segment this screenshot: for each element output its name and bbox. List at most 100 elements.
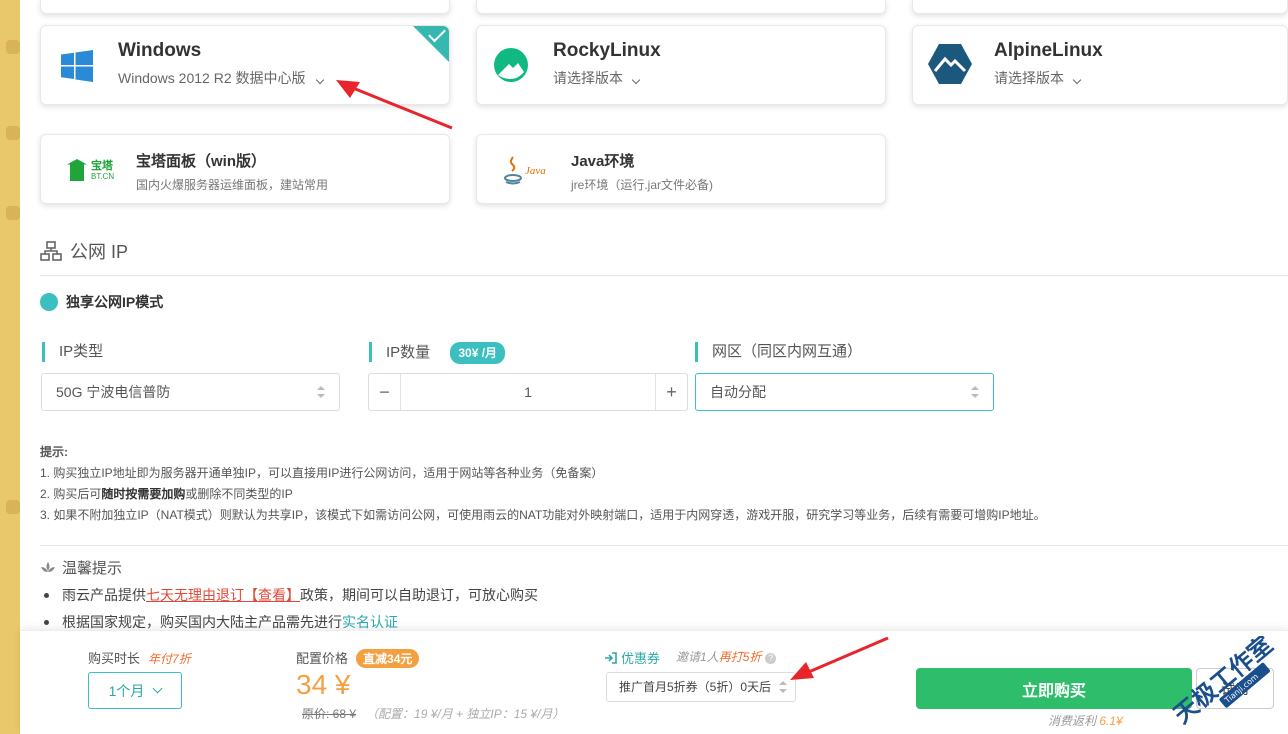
total-price: 34 ¥ xyxy=(296,669,351,700)
config-page: Windows Windows 2012 R2 数据中心版 RockyLinux… xyxy=(20,0,1288,630)
ip-count-label-wrap: IP数量 30¥ /月 xyxy=(369,342,506,364)
invite-hint: 邀请1人再打5折? xyxy=(676,648,777,665)
warm-tips-list: 雨云产品提供七天无理由退订【查看】政策，期间可以自助退订，可放心购买 根据国家规… xyxy=(44,582,538,630)
chevron-down-icon xyxy=(152,683,163,694)
original-price: 原价: 68 ¥ xyxy=(302,707,357,721)
select-arrows-icon xyxy=(971,386,979,398)
duration-label: 购买时长 xyxy=(88,651,141,666)
ip-count-stepper[interactable]: − 1 + xyxy=(368,373,688,411)
radio-selected-icon[interactable] xyxy=(40,293,58,311)
ip-count-input[interactable]: 1 xyxy=(401,384,655,400)
java-logo-icon: Java xyxy=(503,155,553,187)
warm-text: 根据国家规定，购买国内大陆主产品需先进行 xyxy=(62,614,342,630)
rebate-text: 消费返利 xyxy=(1048,714,1097,728)
select-arrows-icon xyxy=(779,681,787,693)
increment-button[interactable]: + xyxy=(655,374,687,410)
zone-label: 网区（同区内网互通） xyxy=(695,342,862,362)
tips-line: 3. 如果不附加独立IP（NAT模式）则默认为共享IP，该模式下如需访问公网，可… xyxy=(40,508,1046,522)
rebate-info: 消费返利 6.1¥ xyxy=(1048,712,1123,729)
warm-title-text: 温馨提示 xyxy=(62,560,123,577)
login-arrow-icon xyxy=(605,651,617,664)
secondary-button[interactable]: 试用 xyxy=(1196,668,1274,709)
ip-type-label: IP类型 xyxy=(42,342,103,362)
app-card-baota[interactable]: 宝塔 BT.CN 宝塔面板（win版） 国内火爆服务器运维面板，建站常用 xyxy=(40,134,450,204)
os-card-stub[interactable] xyxy=(476,0,886,14)
coupon-label: 优惠券 xyxy=(621,651,661,666)
os-version-select[interactable]: Windows 2012 R2 数据中心版 xyxy=(118,68,325,88)
strip-decoration xyxy=(6,126,20,140)
lotus-icon xyxy=(41,561,55,572)
chevron-down-icon xyxy=(1072,75,1082,85)
os-version-select[interactable]: 请选择版本 xyxy=(553,68,641,88)
price-detail: （配置：19 ¥/月 + 独立IP：15 ¥/月） xyxy=(366,707,565,721)
os-version-select[interactable]: 请选择版本 xyxy=(994,68,1082,88)
ip-mode-option[interactable]: 独享公网IP模式 xyxy=(40,292,163,312)
app-desc: 国内火爆服务器运维面板，建站常用 xyxy=(136,178,329,192)
os-card-rockylinux[interactable]: RockyLinux 请选择版本 xyxy=(476,25,886,105)
network-icon xyxy=(40,241,62,261)
help-icon[interactable]: ? xyxy=(765,653,777,664)
price-breakdown: 原价: 68 ¥ （配置：19 ¥/月 + 独立IP：15 ¥/月） xyxy=(302,705,564,722)
list-item: 雨云产品提供七天无理由退订【查看】政策，期间可以自助退订，可放心购买 xyxy=(44,582,538,609)
invite-highlight: 再打5折 xyxy=(718,650,762,664)
chevron-down-icon xyxy=(631,75,641,85)
decrement-button[interactable]: − xyxy=(369,374,401,410)
invite-text: 邀请1人 xyxy=(676,650,719,664)
discount-badge: 直减34元 xyxy=(356,649,420,668)
ip-count-label: IP数量 xyxy=(386,344,431,361)
tips-block: 提示: 1. 购买独立IP地址即为服务器开通单独IP，可以直接用IP进行公网访问… xyxy=(40,442,1046,526)
os-name: AlpineLinux xyxy=(994,40,1103,61)
os-version-label: 请选择版本 xyxy=(553,70,623,86)
tips-text: 或删除不同类型的IP xyxy=(185,487,293,501)
app-card-java[interactable]: Java Java环境 jre环境（运行.jar文件必备) xyxy=(476,134,886,204)
ip-type-value: 50G 宁波电信普防 xyxy=(56,384,171,400)
real-name-link[interactable]: 实名认证 xyxy=(342,614,398,630)
baota-logo-sub: BT.CN xyxy=(91,172,115,181)
rebate-value: 6.1¥ xyxy=(1099,714,1123,728)
coupon-label-wrap: 优惠券 xyxy=(604,648,660,667)
tips-bold: 随时按需要加购 xyxy=(101,487,186,501)
purchase-bar: 购买时长 年付7折 1个月 配置价格 直减34元 34 ¥ 原价: 68 ¥ （配置：… xyxy=(20,630,1288,734)
duration-label-wrap: 购买时长 年付7折 xyxy=(88,648,191,667)
divider xyxy=(40,545,1288,546)
coupon-value: 推广首月5折券（5折）0天后 xyxy=(619,680,772,694)
zone-value: 自动分配 xyxy=(710,384,766,400)
strip-decoration xyxy=(6,40,20,54)
windows-logo-icon xyxy=(61,50,93,82)
duration-promo: 年付7折 xyxy=(148,652,191,666)
ip-type-select[interactable]: 50G 宁波电信普防 xyxy=(41,373,340,411)
app-desc: jre环境（运行.jar文件必备) xyxy=(571,178,714,192)
os-name: Windows xyxy=(118,40,202,61)
select-arrows-icon xyxy=(317,386,325,398)
java-logo-text: Java xyxy=(525,165,546,177)
baota-logo-icon: 宝塔 BT.CN xyxy=(67,155,117,187)
tips-line: 1. 购买独立IP地址即为服务器开通单独IP，可以直接用IP进行公网访问，适用于… xyxy=(40,466,604,480)
tips-line: 2. 购买后可随时按需要加购或删除不同类型的IP xyxy=(40,484,1046,505)
left-background-strip xyxy=(0,0,20,734)
rockylinux-logo-icon xyxy=(494,48,528,82)
tips-heading: 提示: xyxy=(40,445,68,459)
os-card-windows[interactable]: Windows Windows 2012 R2 数据中心版 xyxy=(40,24,450,105)
strip-decoration xyxy=(6,500,20,514)
os-card-stub[interactable] xyxy=(912,0,1288,14)
baota-logo-text: 宝塔 xyxy=(91,160,113,172)
section-title-text: 公网 IP xyxy=(70,242,129,262)
duration-value: 1个月 xyxy=(108,682,145,699)
buy-now-button[interactable]: 立即购买 xyxy=(916,668,1192,709)
section-title-public-ip: 公网 IP xyxy=(40,238,128,264)
app-name: 宝塔面板（win版） xyxy=(136,153,266,170)
config-label-wrap: 配置价格 直减34元 xyxy=(296,648,420,668)
zone-select[interactable]: 自动分配 xyxy=(695,373,994,411)
warm-text: 政策，期间可以自助退订，可放心购买 xyxy=(300,587,538,603)
warm-tips-title: 温馨提示 xyxy=(40,557,122,578)
os-card-stub[interactable] xyxy=(40,0,450,14)
ip-price-badge: 30¥ /月 xyxy=(450,342,506,364)
coupon-select[interactable]: 推广首月5折券（5折）0天后 xyxy=(606,672,796,702)
os-card-alpinelinux[interactable]: AlpineLinux 请选择版本 xyxy=(912,25,1288,105)
config-label: 配置价格 xyxy=(296,651,349,666)
alpinelinux-logo-icon xyxy=(928,44,972,84)
refund-policy-link[interactable]: 七天无理由退订【查看】 xyxy=(146,587,300,603)
duration-select[interactable]: 1个月 xyxy=(88,672,182,709)
os-version-label: 请选择版本 xyxy=(994,70,1064,86)
ip-mode-label: 独享公网IP模式 xyxy=(66,294,164,310)
